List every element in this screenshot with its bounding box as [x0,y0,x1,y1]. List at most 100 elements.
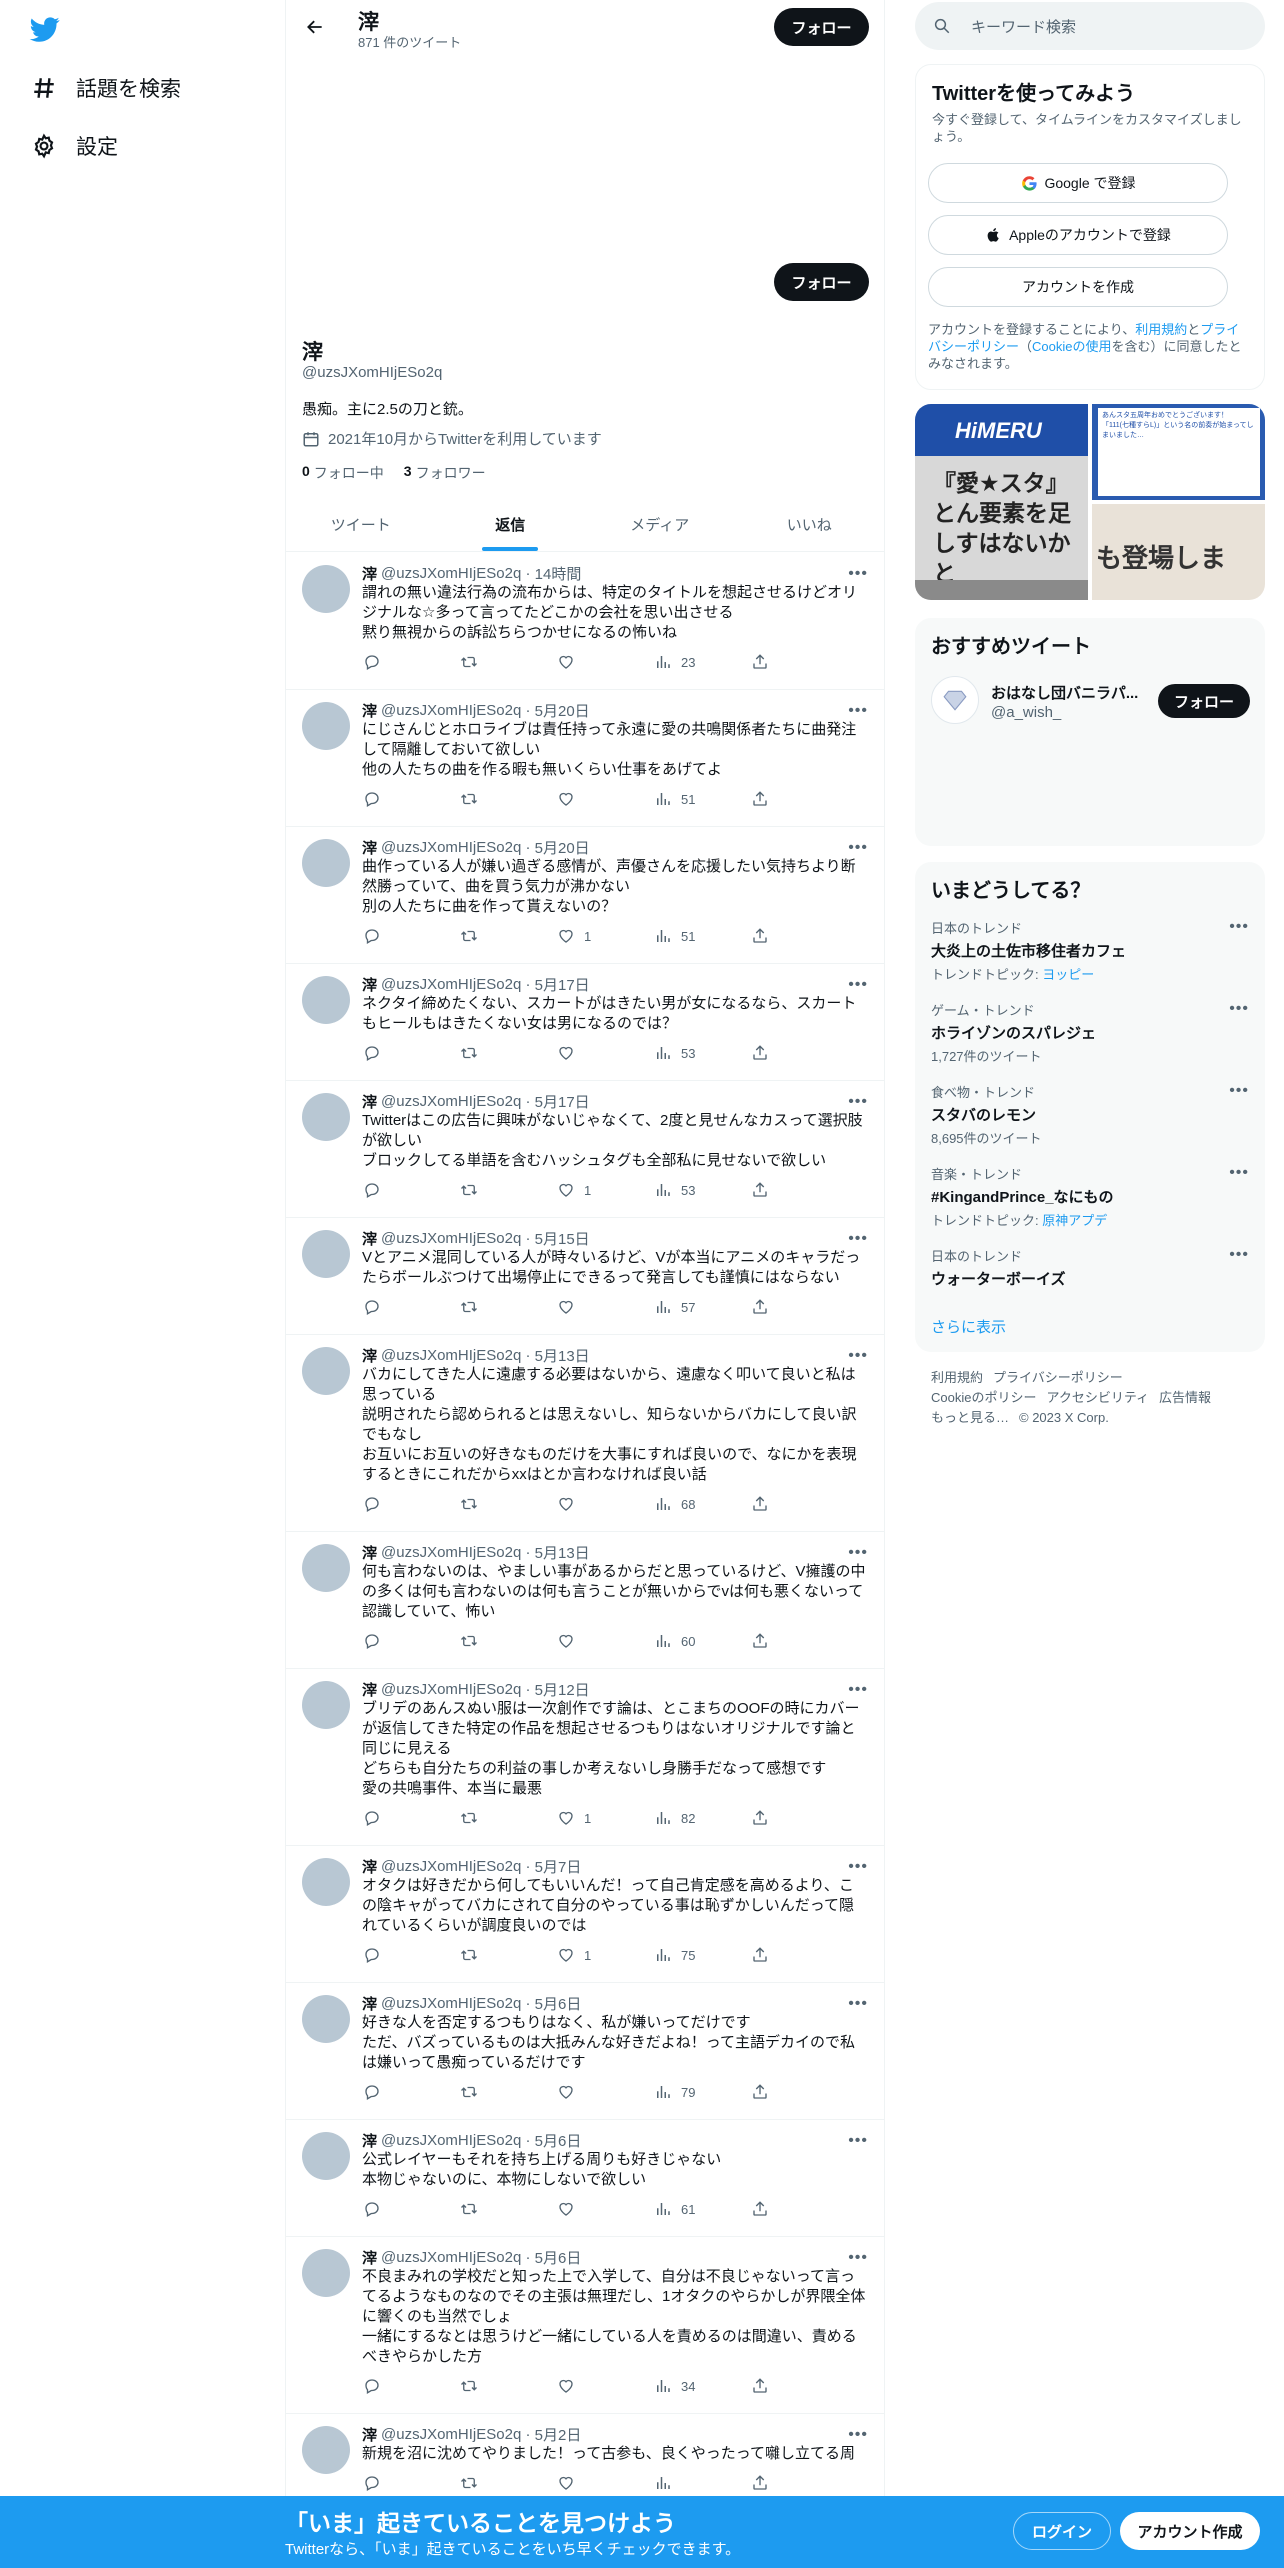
views-button[interactable]: 34 [653,2376,750,2396]
tweet[interactable]: ••• 滓 @uzsJXomHIjESo2q · 5月6日 好きな人を否定するつもりは… [286,1983,884,2120]
trend-topic-link[interactable]: 原神アプデ [1042,1213,1107,1228]
header-follow-button[interactable]: フォロー [774,8,869,46]
avatar[interactable] [302,2426,350,2474]
like-button[interactable] [556,1631,653,1651]
like-button[interactable] [556,2199,653,2219]
more-icon[interactable]: ••• [848,1995,868,2013]
retweet-button[interactable] [459,652,556,672]
avatar[interactable] [302,2249,350,2297]
trend-item[interactable]: 食べ物・トレンド スタバのレモン 8,695件のツイート ••• [931,1082,1249,1147]
media-image-left[interactable]: HiMERU 『愛★スタ』とん要素を足しすはないかと [915,404,1088,600]
retweet-button[interactable] [459,1297,556,1317]
trend-item[interactable]: 日本のトレンド 大炎上の土佐市移住者カフェ トレンドトピック: ヨッピー ••• [931,918,1249,983]
views-button[interactable] [653,2473,750,2493]
tweet-time[interactable]: 5月2日 [535,2424,582,2445]
reply-button[interactable] [362,1808,459,1828]
like-button[interactable] [556,652,653,672]
retweet-button[interactable] [459,1180,556,1200]
more-icon[interactable]: ••• [1229,1164,1249,1182]
tweet-author-handle[interactable]: @uzsJXomHIjESo2q [381,1093,521,1110]
tweet[interactable]: ••• 滓 @uzsJXomHIjESo2q · 5月7日 オタクは好きだから何しても… [286,1846,884,1983]
retweet-button[interactable] [459,1808,556,1828]
like-button[interactable]: 1 [556,1945,653,1965]
more-icon[interactable]: ••• [848,1093,868,1111]
media-image-right-top[interactable]: あんスタ五周年おめでとうございます！ 「111(七種すらL)」という名の前奏が始… [1092,404,1265,500]
retweet-button[interactable] [459,1945,556,1965]
like-button[interactable] [556,1297,653,1317]
reply-button[interactable] [362,2082,459,2102]
more-icon[interactable]: ••• [848,2249,868,2267]
tweet-author-name[interactable]: 滓 [362,2247,377,2268]
retweet-button[interactable] [459,1494,556,1514]
tab-media[interactable]: メディア [585,498,735,551]
tweet-author-name[interactable]: 滓 [362,837,377,858]
views-button[interactable]: 61 [653,2199,750,2219]
tweet-author-name[interactable]: 滓 [362,1856,377,1877]
like-button[interactable]: 1 [556,1808,653,1828]
search-box[interactable]: キーワード検索 [915,2,1265,50]
footer-link[interactable]: © 2023 X Corp. [1019,1410,1109,1425]
trends-show-more[interactable]: さらに表示 [931,1316,1006,1337]
like-button[interactable] [556,2376,653,2396]
tweet-time[interactable]: 5月17日 [535,1091,590,1112]
tweet[interactable]: ••• 滓 @uzsJXomHIjESo2q · 14時間 謂れの無い違法行為の流布か… [286,553,884,690]
views-button[interactable]: 53 [653,1180,750,1200]
avatar[interactable] [302,839,350,887]
tweet-author-name[interactable]: 滓 [362,1679,377,1700]
tweet[interactable]: ••• 滓 @uzsJXomHIjESo2q · 5月13日 何も言わないのは、やまし… [286,1532,884,1669]
tweet-author-handle[interactable]: @uzsJXomHIjESo2q [381,1347,521,1364]
tweet-time[interactable]: 5月7日 [535,1856,582,1877]
views-button[interactable]: 79 [653,2082,750,2102]
reply-button[interactable] [362,1297,459,1317]
like-button[interactable] [556,1043,653,1063]
tweet-author-name[interactable]: 滓 [362,563,377,584]
avatar[interactable] [302,1995,350,2043]
tweet[interactable]: ••• 滓 @uzsJXomHIjESo2q · 5月15日 Vとアニメ混同している人… [286,1218,884,1335]
tweet-author-handle[interactable]: @uzsJXomHIjESo2q [381,2249,521,2266]
views-button[interactable]: 60 [653,1631,750,1651]
media-grid[interactable]: HiMERU 『愛★スタ』とん要素を足しすはないかと あんスタ五周年おめでとうご… [915,404,1265,600]
terms-link[interactable]: 利用規約 [1135,322,1187,337]
tweet-author-handle[interactable]: @uzsJXomHIjESo2q [381,1858,521,1875]
media-image-right-bottom[interactable]: も登場しま [1092,504,1265,600]
tweet-time[interactable]: 5月20日 [535,837,590,858]
tweet-author-handle[interactable]: @uzsJXomHIjESo2q [381,839,521,856]
nav-explore[interactable]: 話題を検索 [28,68,181,108]
views-button[interactable]: 53 [653,1043,750,1063]
views-button[interactable]: 68 [653,1494,750,1514]
like-button[interactable]: 1 [556,926,653,946]
tweet[interactable]: ••• 滓 @uzsJXomHIjESo2q · 5月6日 公式レイヤーもそれを持ち上… [286,2120,884,2237]
trend-item[interactable]: 日本のトレンド ウォーターボーイズ ••• [931,1246,1249,1289]
like-button[interactable] [556,2082,653,2102]
share-button[interactable] [750,2199,780,2219]
avatar[interactable] [302,1544,350,1592]
retweet-button[interactable] [459,2376,556,2396]
apple-signup-button[interactable]: Appleのアカウントで登録 [928,215,1228,255]
tweet-time[interactable]: 5月13日 [535,1542,590,1563]
footer-link[interactable]: 利用規約 [931,1370,983,1385]
more-icon[interactable]: ••• [848,976,868,994]
more-icon[interactable]: ••• [1229,1000,1249,1018]
more-icon[interactable]: ••• [848,702,868,720]
twitter-logo-icon[interactable] [28,14,62,44]
reply-button[interactable] [362,1043,459,1063]
share-button[interactable] [750,1808,780,1828]
tweet-author-name[interactable]: 滓 [362,1345,377,1366]
tweet-author-name[interactable]: 滓 [362,1228,377,1249]
more-icon[interactable]: ••• [848,1347,868,1365]
tweet-author-name[interactable]: 滓 [362,1091,377,1112]
more-icon[interactable]: ••• [848,565,868,583]
more-icon[interactable]: ••• [848,1544,868,1562]
reply-button[interactable] [362,1945,459,1965]
retweet-button[interactable] [459,1631,556,1651]
reply-button[interactable] [362,2473,459,2493]
views-button[interactable]: 51 [653,926,750,946]
recommended-avatar[interactable] [931,676,979,724]
views-button[interactable]: 51 [653,789,750,809]
tweet-author-name[interactable]: 滓 [362,1542,377,1563]
tweet-author-handle[interactable]: @uzsJXomHIjESo2q [381,1681,521,1698]
tweet[interactable]: ••• 滓 @uzsJXomHIjESo2q · 5月13日 バカにしてきた人に遠慮す… [286,1335,884,1532]
more-icon[interactable]: ••• [1229,1082,1249,1100]
tab-replies[interactable]: 返信 [436,498,586,551]
trend-item[interactable]: 音楽・トレンド #KingandPrince_なにもの トレンドトピック: 原神アプ… [931,1164,1249,1229]
